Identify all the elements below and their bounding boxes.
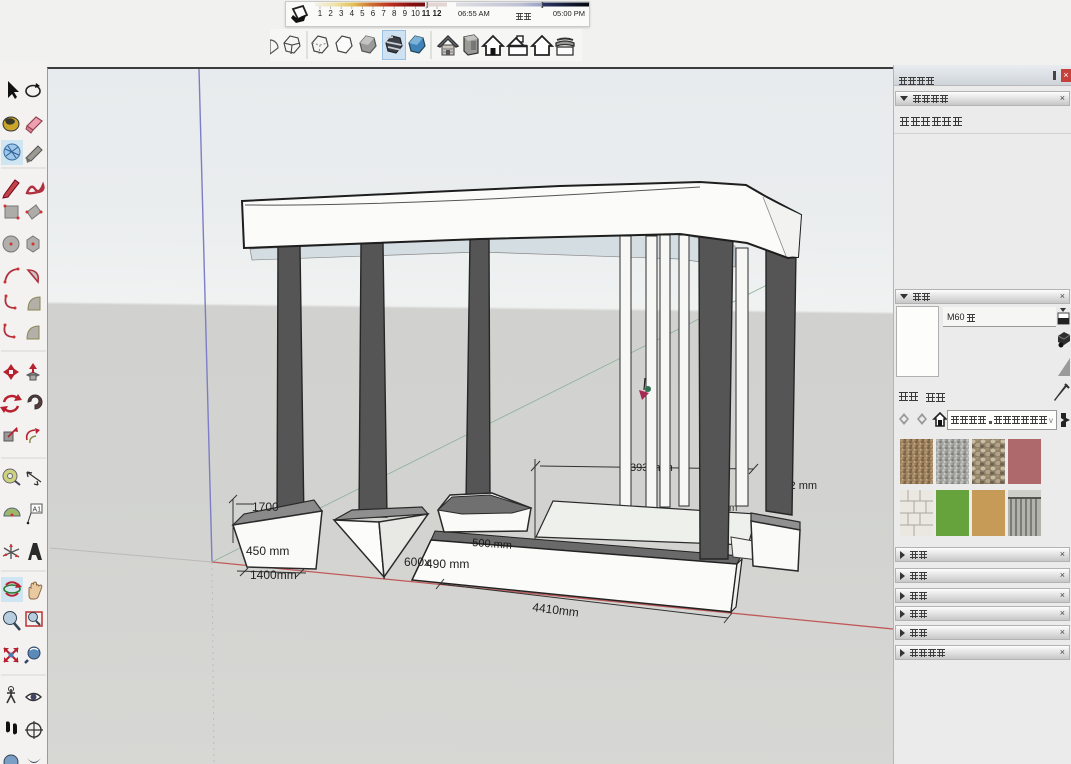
- svg-text:5: 5: [360, 9, 365, 18]
- svg-text:12: 12: [433, 9, 442, 18]
- svg-text:3: 3: [339, 9, 344, 18]
- svg-text:A1: A1: [33, 507, 42, 514]
- svg-text:1400mm: 1400mm: [250, 568, 297, 582]
- svg-text:4410mm: 4410mm: [532, 600, 580, 620]
- svg-text:10: 10: [411, 9, 420, 18]
- svg-text:8: 8: [392, 9, 397, 18]
- svg-text:6: 6: [371, 9, 376, 18]
- svg-text:11: 11: [422, 9, 431, 18]
- svg-text:450 mm: 450 mm: [246, 544, 289, 558]
- svg-text:05:00 PM: 05:00 PM: [553, 9, 585, 18]
- svg-text:06:55 AM: 06:55 AM: [458, 9, 490, 18]
- svg-text:9: 9: [403, 9, 408, 18]
- svg-text:1: 1: [318, 9, 323, 18]
- svg-text:490 mm: 490 mm: [426, 557, 469, 571]
- svg-text:2: 2: [328, 9, 333, 18]
- svg-text:7: 7: [381, 9, 386, 18]
- svg-text:1700: 1700: [252, 500, 279, 514]
- svg-text:4: 4: [350, 9, 355, 18]
